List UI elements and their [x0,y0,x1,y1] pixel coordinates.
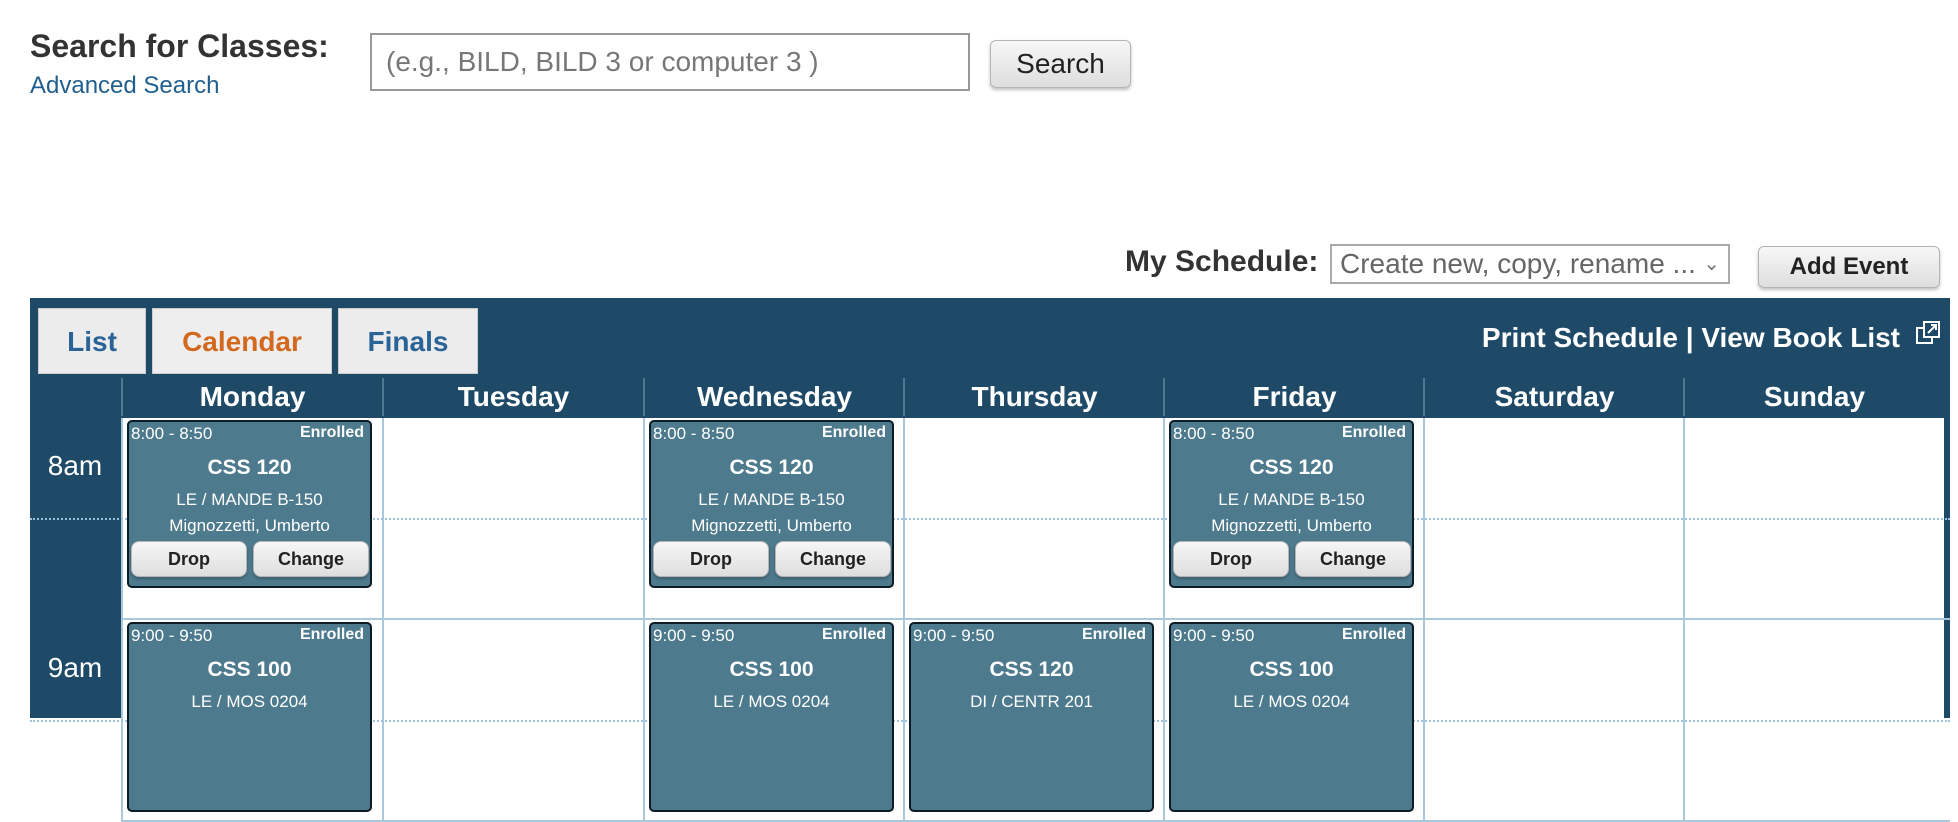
event-time: 9:00 - 9:50 [913,626,995,645]
change-button[interactable]: Change [775,541,891,577]
event-time: 9:00 - 9:50 [131,626,213,645]
course-location: LE / MANDE B-150 [176,490,323,509]
class-event[interactable]: 9:00 - 9:50 Enrolled CSS 100 LE / MOS 0204 [649,622,894,812]
drop-button[interactable]: Drop [131,541,247,577]
course-location: LE / MOS 0204 [1233,692,1350,711]
enrollment-status: Enrolled [1341,424,1406,441]
tab-calendar[interactable]: Calendar [152,308,332,374]
day-header-saturday: Saturday [1423,378,1684,416]
advanced-search-link[interactable]: Advanced Search [30,72,219,100]
external-link-icon[interactable] [1914,320,1942,348]
event-time: 8:00 - 8:50 [653,424,735,443]
day-header-monday: Monday [121,378,382,416]
course-code: CSS 120 [729,456,814,479]
instructor-name: Mignozzetti, Umberto [169,516,330,535]
add-event-button[interactable]: Add Event [1758,246,1940,288]
class-event[interactable]: 9:00 - 9:50 Enrolled CSS 100 LE / MOS 0204 [127,622,372,812]
class-event[interactable]: 8:00 - 8:50 Enrolled CSS 120 LE / MANDE B-1… [649,420,894,588]
drop-button[interactable]: Drop [1173,541,1289,577]
tab-finals[interactable]: Finals [338,308,478,374]
search-heading: Search for Classes: [30,28,329,64]
time-label-8am: 8am [47,450,103,481]
search-button[interactable]: Search [990,40,1131,88]
course-location: LE / MANDE B-150 [698,490,845,509]
day-header-thursday: Thursday [903,378,1164,416]
instructor-name: Mignozzetti, Umberto [1211,516,1372,535]
enrollment-status: Enrolled [299,424,364,441]
schedule-links: Print Schedule | View Book List [1482,322,1900,354]
view-book-list-link[interactable]: View Book List [1701,322,1900,353]
enrollment-status: Enrolled [1341,626,1406,643]
event-time: 8:00 - 8:50 [1173,424,1255,443]
schedule-select[interactable]: Create new, copy, rename ... ⌄ [1330,244,1730,284]
course-code: CSS 100 [207,658,292,681]
course-code: CSS 120 [1249,456,1334,479]
class-event[interactable]: 8:00 - 8:50 Enrolled CSS 120 LE / MANDE B-1… [127,420,372,588]
schedule-panel: List Calendar Finals Print Schedule | Vi… [30,298,1950,822]
search-input[interactable]: (e.g., BILD, BILD 3 or computer 3 ) [370,33,970,91]
day-header-wednesday: Wednesday [643,378,904,416]
enrollment-status: Enrolled [821,424,886,441]
enrollment-status: Enrolled [299,626,364,643]
course-code: CSS 100 [1249,658,1334,681]
tab-list[interactable]: List [38,308,146,374]
my-schedule-label: My Schedule: [1125,245,1319,278]
enrollment-status: Enrolled [1081,626,1146,643]
day-header-tuesday: Tuesday [382,378,643,416]
course-code: CSS 120 [207,456,292,479]
change-button[interactable]: Change [253,541,369,577]
change-button[interactable]: Change [1295,541,1411,577]
instructor-name: Mignozzetti, Umberto [691,516,852,535]
time-label-9am: 9am [47,652,103,683]
class-event[interactable]: 8:00 - 8:50 Enrolled CSS 120 LE / MANDE B-1… [1169,420,1414,588]
drop-button[interactable]: Drop [653,541,769,577]
course-location: DI / CENTR 201 [970,692,1093,711]
course-location: LE / MOS 0204 [191,692,308,711]
event-time: 9:00 - 9:50 [653,626,735,645]
class-event[interactable]: 9:00 - 9:50 Enrolled CSS 120 DI / CENTR 201 [909,622,1154,812]
print-schedule-link[interactable]: Print Schedule [1482,322,1678,353]
schedule-select-value: Create new, copy, rename ... [1340,248,1696,279]
event-time: 9:00 - 9:50 [1173,626,1255,645]
course-code: CSS 100 [729,658,814,681]
course-location: LE / MOS 0204 [713,692,830,711]
day-header-friday: Friday [1163,378,1424,416]
enrollment-status: Enrolled [821,626,886,643]
class-event[interactable]: 9:00 - 9:50 Enrolled CSS 100 LE / MOS 0204 [1169,622,1414,812]
chevron-down-icon: ⌄ [1703,253,1720,275]
links-separator: | [1685,322,1694,353]
day-header-sunday: Sunday [1683,378,1944,416]
course-code: CSS 120 [989,658,1074,681]
course-location: LE / MANDE B-150 [1218,490,1365,509]
event-time: 8:00 - 8:50 [131,424,213,443]
